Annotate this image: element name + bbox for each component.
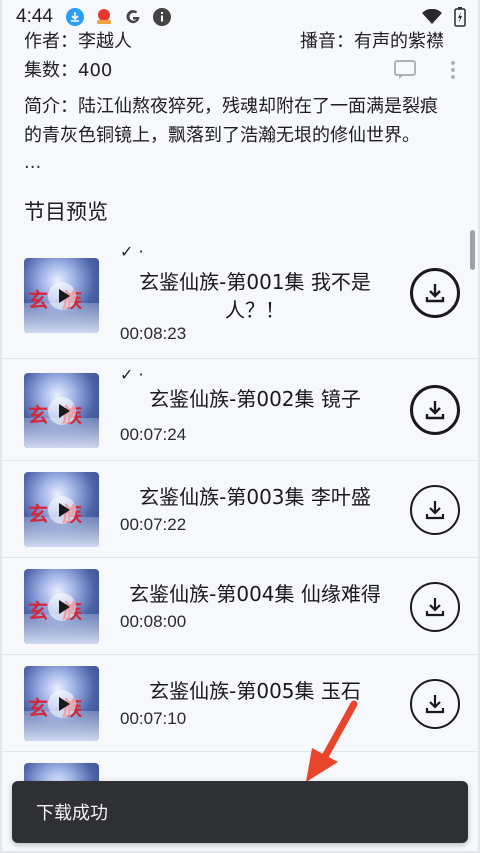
list-item[interactable]: 玄族 ✓ · 玄鉴仙族-第001集 我不是人？！ 00:08:23	[2, 236, 480, 359]
episode-duration: 00:07:24	[120, 425, 187, 444]
wifi-icon	[422, 7, 442, 27]
list-item[interactable]: 玄族 玄鉴仙族-第003集 李叶盛 00:07:22	[2, 461, 480, 558]
intro-line: 的青灰色铜镜上，飘落到了浩瀚无垠的修仙世界。	[24, 125, 420, 146]
section-title: 节目预览	[24, 200, 108, 224]
episode-title: 玄鉴仙族-第004集 仙缘难得	[129, 582, 381, 606]
played-check-icon: ✓ ·	[120, 365, 144, 384]
intro-more[interactable]: ...	[24, 152, 41, 173]
system-icons	[422, 7, 470, 27]
download-icon	[425, 401, 445, 420]
episode-cover-image: 玄族	[24, 472, 99, 547]
episode-duration: 00:08:00	[120, 612, 187, 631]
list-item[interactable]: 玄族 玄鉴仙族-第004集 仙缘难得 00:08:00	[2, 558, 480, 655]
author-narrator-row: 作者：李越人 播音：有声的紫襟	[24, 26, 456, 54]
episode-cover-image: 玄族	[24, 258, 99, 333]
episode-title: 玄鉴仙族-第001集 我不是人？！	[139, 270, 371, 322]
download-button[interactable]	[410, 582, 460, 632]
faded-toolbar	[394, 60, 456, 80]
play-icon[interactable]	[48, 282, 76, 310]
play-icon[interactable]	[48, 593, 76, 621]
play-icon[interactable]	[48, 690, 76, 718]
play-icon[interactable]	[48, 496, 76, 524]
episode-list: 玄族 ✓ · 玄鉴仙族-第001集 我不是人？！ 00:08:23 玄族 ✓ ·…	[2, 236, 480, 838]
status-time: 4:44	[16, 6, 53, 27]
download-icon	[425, 284, 445, 303]
toast-text: 下载成功	[36, 803, 108, 824]
play-icon[interactable]	[48, 397, 76, 425]
notification-icons	[65, 7, 172, 27]
episode-title: 玄鉴仙族-第002集 镜子	[149, 387, 361, 411]
download-button[interactable]	[410, 679, 460, 729]
episode-title: 玄鉴仙族-第003集 李叶盛	[139, 485, 371, 509]
author-text: 作者：李越人	[24, 31, 132, 52]
list-item[interactable]: 玄族 玄鉴仙族-第005集 玉石 00:07:10	[2, 655, 480, 752]
annotation-arrow	[306, 700, 358, 782]
episode-count: 集数：400	[24, 60, 113, 81]
episode-duration: 00:07:10	[120, 709, 187, 728]
intro-line: 简介：陆江仙熬夜猝死，残魂却附在了一面满是裂痕	[24, 96, 438, 117]
battery-icon	[450, 7, 470, 27]
played-check-icon: ✓ ·	[120, 242, 144, 261]
episode-cover-image: 玄族	[24, 569, 99, 644]
info-icon	[152, 7, 172, 27]
download-button[interactable]	[410, 485, 460, 535]
google-icon	[123, 7, 143, 27]
episode-duration: 00:08:23	[120, 324, 187, 343]
episode-cover-image: 玄族	[24, 373, 99, 448]
intro-text: 简介：陆江仙熬夜猝死，残魂却附在了一面满是裂痕 的青灰色铜镜上，飘落到了浩瀚无垠…	[24, 92, 456, 150]
list-item[interactable]: 玄族 ✓ · 玄鉴仙族-第002集 镜子 00:07:24	[2, 359, 480, 461]
download-notification-icon	[65, 7, 85, 27]
app-notification-icon	[94, 7, 114, 27]
download-button[interactable]	[410, 385, 460, 435]
narrator-text: 播音：有声的紫襟	[300, 31, 444, 52]
comment-icon	[394, 60, 416, 79]
episode-duration: 00:07:22	[120, 515, 187, 534]
download-icon	[425, 695, 445, 714]
toast-message: 下载成功	[12, 781, 468, 843]
episode-cover-image: 玄族	[24, 666, 99, 741]
download-button[interactable]	[410, 268, 460, 318]
app-screen: 4:44 作者：李越人 播音：有声的紫襟 集数：400 简介：陆江仙熬夜猝死，残…	[0, 0, 480, 853]
more-vertical-icon	[451, 61, 455, 79]
download-icon	[425, 501, 445, 520]
download-icon	[425, 598, 445, 617]
